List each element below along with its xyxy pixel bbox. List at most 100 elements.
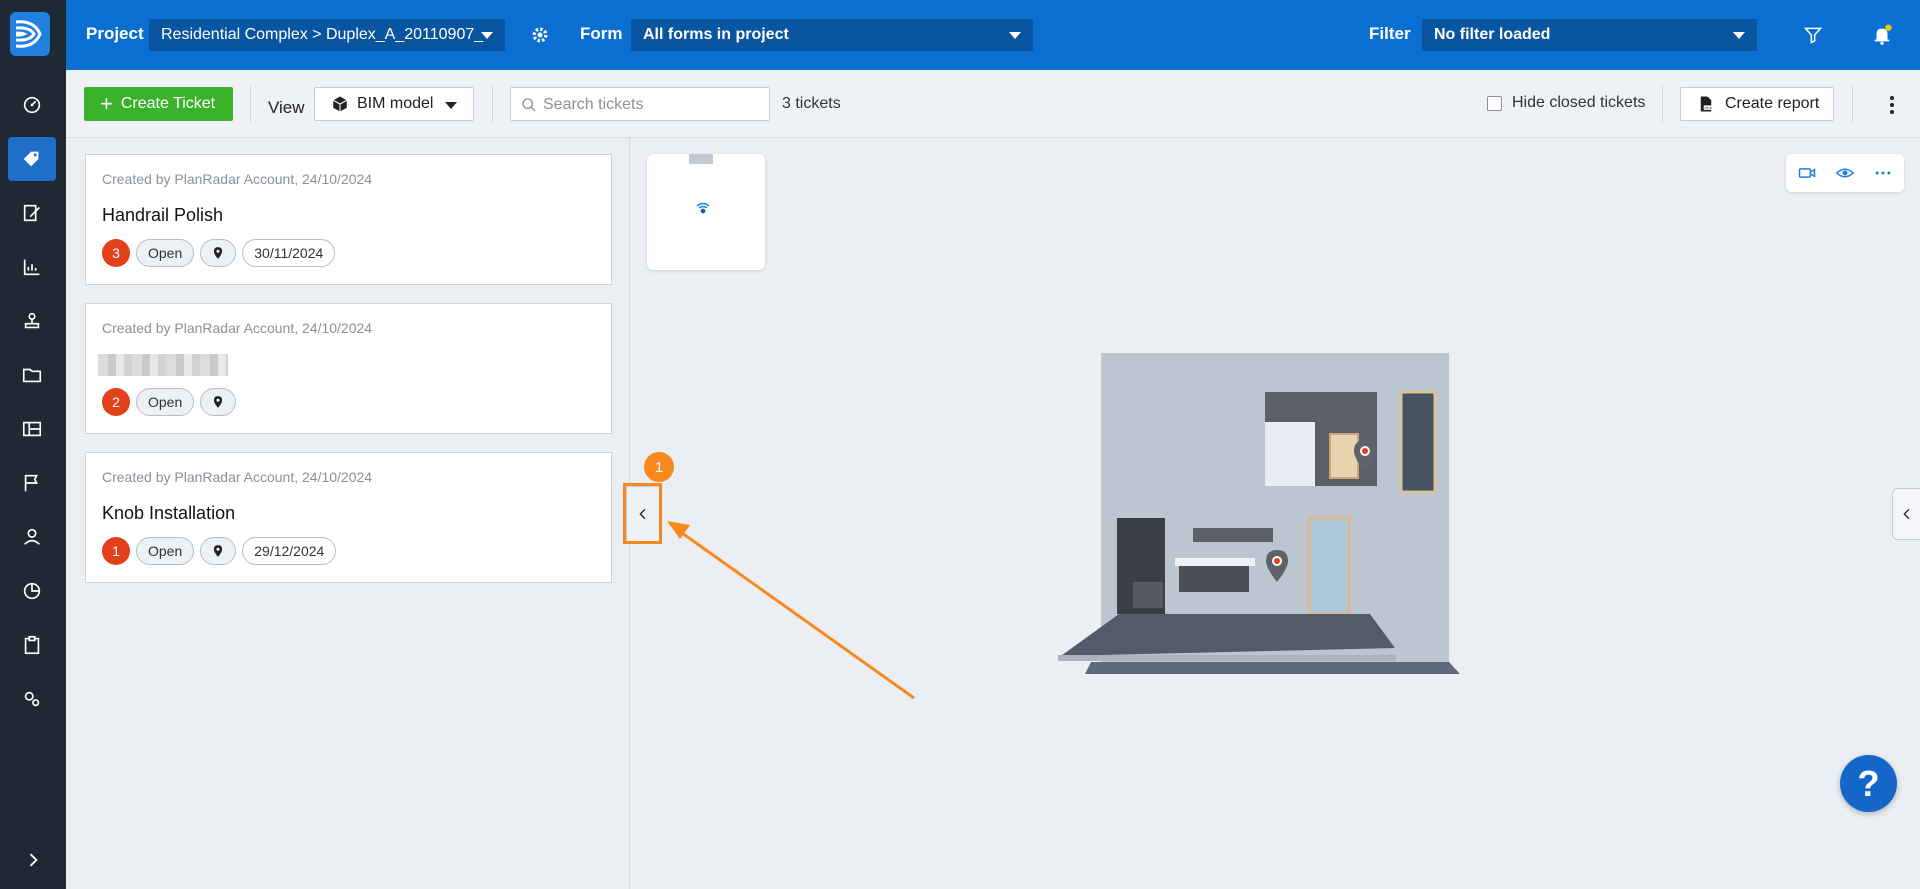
- funnel-icon: [1803, 27, 1823, 44]
- model-floor-edge: [1058, 655, 1396, 661]
- form-select-value: All forms in project: [643, 26, 789, 43]
- video-camera-icon: [1798, 168, 1816, 178]
- nav-milestones[interactable]: [8, 461, 56, 505]
- location-pin-button[interactable]: [200, 388, 237, 416]
- divider: [250, 86, 251, 122]
- view-select[interactable]: BIM model: [314, 87, 474, 121]
- ticket-title: Handrail Polish: [102, 205, 224, 225]
- kebab-dot: [1890, 110, 1894, 114]
- annotation-step-badge: 1: [644, 452, 674, 482]
- model-shelf: [1193, 528, 1273, 542]
- form-select[interactable]: All forms in project: [631, 19, 1033, 51]
- eye-icon: [1835, 168, 1855, 178]
- due-date-chip: 29/12/2024: [242, 537, 337, 565]
- create-ticket-label: Create Ticket: [120, 95, 216, 112]
- chevron-down-icon: [1733, 32, 1745, 39]
- nav-dashboard[interactable]: [8, 83, 56, 127]
- help-button[interactable]: ?: [1840, 755, 1897, 812]
- ticket-meta: Created by PlanRadar Account, 24/10/2024: [102, 469, 373, 485]
- location-stamp-icon: [24, 312, 40, 329]
- camera-position-icon: [696, 202, 710, 214]
- dashboard-icon: [23, 96, 41, 114]
- bim-model-view[interactable]: [1055, 350, 1465, 680]
- model-base: [1085, 662, 1460, 674]
- nav-forms[interactable]: [8, 191, 56, 235]
- reports-pie-icon: [23, 582, 41, 600]
- planradar-logo[interactable]: [10, 12, 50, 56]
- create-ticket-button[interactable]: + Create Ticket: [84, 87, 233, 121]
- svg-text:PDF: PDF: [1705, 106, 1713, 110]
- more-options-button[interactable]: [1880, 92, 1904, 118]
- visibility-button[interactable]: [1834, 162, 1856, 184]
- cube-icon: [332, 96, 348, 112]
- status-chip: Open: [136, 239, 195, 267]
- redacted-ticket-title: [98, 354, 228, 376]
- nav-settings[interactable]: [8, 677, 56, 721]
- project-settings-button[interactable]: [527, 22, 553, 48]
- map-pin-icon: [214, 396, 223, 408]
- form-label: Form: [580, 24, 623, 43]
- ticket-card[interactable]: Created by PlanRadar Account, 24/10/2024…: [85, 303, 612, 434]
- filter-select[interactable]: No filter loaded: [1422, 19, 1757, 51]
- search-input[interactable]: [543, 94, 763, 116]
- forms-edit-icon: [23, 204, 40, 222]
- filter-button[interactable]: [1800, 22, 1826, 48]
- viewer-toolbar: [1786, 154, 1904, 192]
- project-label: Project: [86, 24, 144, 43]
- viewer-minimap[interactable]: [647, 154, 765, 270]
- pdf-file-icon: PDF: [1700, 96, 1713, 112]
- expand-nav-button[interactable]: [18, 845, 48, 875]
- ticket-list: Created by PlanRadar Account, 24/10/2024…: [66, 138, 630, 889]
- chevron-down-icon: [1009, 32, 1021, 39]
- priority-badge: 2: [102, 388, 130, 416]
- ticket-card[interactable]: Created by PlanRadar Account, 24/10/2024…: [85, 452, 612, 583]
- nav-tickets[interactable]: [8, 137, 56, 181]
- status-chip: Open: [136, 388, 195, 416]
- project-select-value: Residential Complex > Duplex_A_20110907_: [161, 26, 484, 43]
- viewer-more-button[interactable]: [1872, 162, 1894, 184]
- chevron-right-icon: [29, 853, 38, 867]
- priority-badge: 1: [102, 537, 130, 565]
- model-sofa: [1179, 566, 1249, 592]
- ticket-card[interactable]: Created by PlanRadar Account, 24/10/2024…: [85, 154, 612, 285]
- map-pin-icon: [214, 545, 223, 557]
- model-door-upper: [1329, 433, 1359, 479]
- clipboard-icon: [24, 635, 40, 655]
- model-window-stack: [1399, 390, 1437, 494]
- priority-badge: 3: [102, 239, 130, 267]
- nav-reports[interactable]: [8, 569, 56, 613]
- model-door-lower: [1307, 516, 1351, 616]
- kebab-dot: [1890, 103, 1894, 107]
- chevron-down-icon: [445, 102, 457, 109]
- view-select-value: BIM model: [357, 95, 434, 112]
- gear-icon: [532, 27, 548, 43]
- folder-icon: [22, 368, 42, 383]
- create-report-button[interactable]: PDF Create report: [1680, 87, 1834, 121]
- camera-button[interactable]: [1796, 162, 1818, 184]
- location-pin-button[interactable]: [200, 537, 237, 565]
- nav-documents[interactable]: [8, 353, 56, 397]
- nav-users[interactable]: [8, 515, 56, 559]
- location-pin-button[interactable]: [200, 239, 237, 267]
- ticket-chips: 2 Open: [102, 388, 237, 416]
- search-icon: [522, 98, 536, 112]
- ticket-chips: 3 Open 30/11/2024: [102, 239, 336, 267]
- user-icon: [24, 528, 40, 545]
- kebab-dot: [1890, 96, 1894, 100]
- nav-checklists[interactable]: [8, 623, 56, 667]
- nav-location[interactable]: [8, 299, 56, 343]
- hide-closed-toggle[interactable]: Hide closed tickets: [1487, 94, 1645, 112]
- model-counter: [1175, 558, 1255, 566]
- notifications-button[interactable]: [1869, 22, 1895, 48]
- tickets-tag-icon: [23, 151, 39, 167]
- statistics-chart-icon: [23, 259, 40, 276]
- project-select[interactable]: Residential Complex > Duplex_A_20110907_: [149, 19, 505, 51]
- nav-plans[interactable]: [8, 407, 56, 451]
- map-pin-icon: [214, 247, 223, 259]
- expand-side-panel-button[interactable]: [1892, 488, 1920, 540]
- hide-closed-checkbox[interactable]: [1487, 95, 1502, 111]
- status-chip: Open: [136, 537, 195, 565]
- divider: [1662, 86, 1663, 122]
- nav-statistics[interactable]: [8, 245, 56, 289]
- plans-icon: [22, 421, 42, 437]
